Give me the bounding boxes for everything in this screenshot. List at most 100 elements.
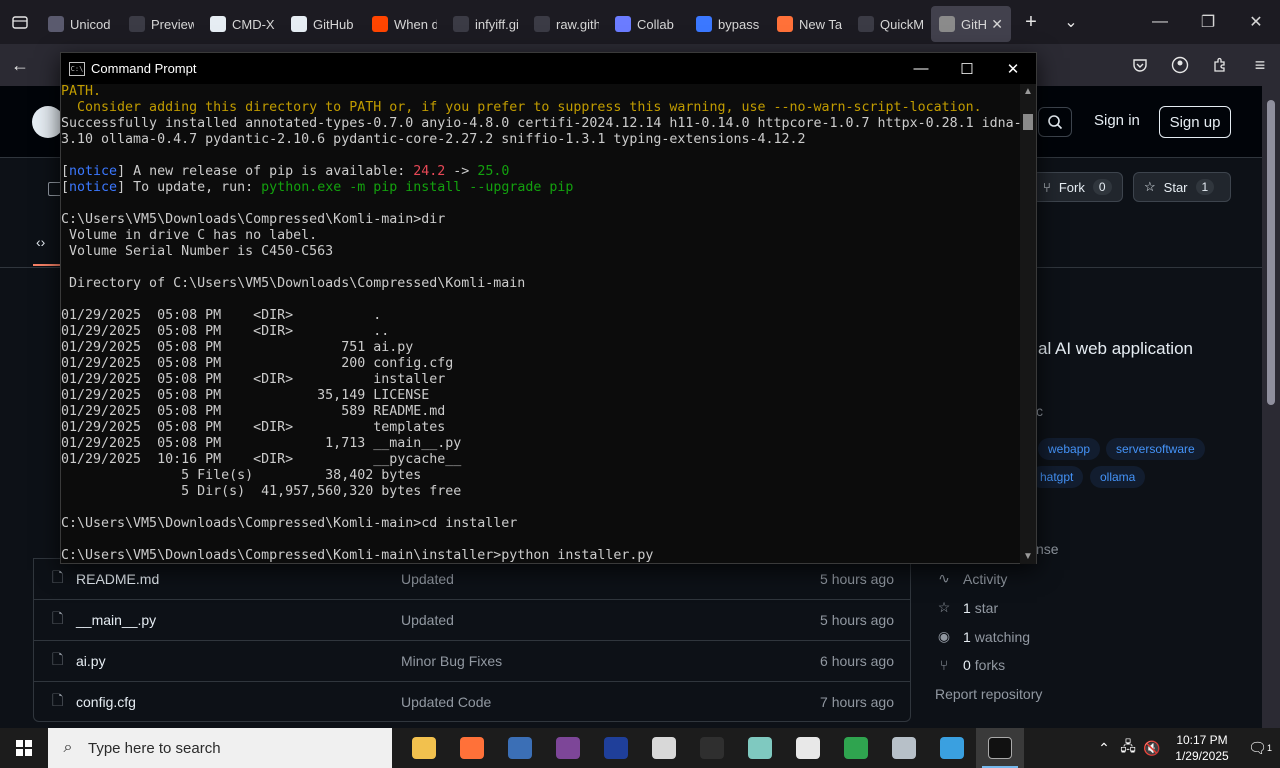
fork-button[interactable]: ⑂ Fork 0 — [1032, 172, 1123, 202]
tab-view-icon[interactable] — [0, 0, 40, 44]
watching-link[interactable]: ◉ 1 watching — [935, 628, 1030, 645]
cmd-minimize-icon[interactable]: — — [898, 53, 944, 84]
volume-muted-icon[interactable]: 🔇 — [1140, 740, 1164, 757]
file-name[interactable]: config.cfg — [76, 694, 136, 710]
show-hidden-icons-icon[interactable]: ⌃ — [1092, 740, 1116, 757]
taskbar-app-edge[interactable] — [832, 728, 880, 768]
tab-list-button[interactable]: ⌄ — [1051, 0, 1091, 44]
browser-tab[interactable]: New Ta — [769, 6, 850, 42]
tab-label: QuickMash — [880, 16, 923, 32]
page-scrollbar[interactable] — [1262, 86, 1280, 728]
notification-icon[interactable]: 🗨 1 — [1240, 739, 1280, 757]
cmd-line: PATH. — [61, 84, 1022, 100]
back-arrow-icon[interactable]: ← — [0, 44, 40, 86]
commit-message[interactable]: Updated Code — [401, 694, 491, 710]
taskbar-app-app-gray[interactable] — [880, 728, 928, 768]
cmd-scrollbar[interactable]: ▲ ▼ — [1020, 84, 1036, 564]
tab-close-icon[interactable]: ✕ — [991, 16, 1003, 33]
commit-message[interactable]: Updated — [401, 571, 454, 587]
cmd-line: Directory of C:\Users\VM5\Downloads\Comp… — [61, 276, 1022, 292]
sign-in-link[interactable]: Sign in — [1094, 112, 1140, 129]
cmd-scrollbar-thumb[interactable] — [1023, 114, 1033, 130]
browser-tab[interactable]: GitHub — [283, 6, 364, 42]
topic-ollama[interactable]: ollama — [1090, 466, 1146, 488]
taskbar-app-app-blue[interactable] — [592, 728, 640, 768]
topic-webapp[interactable]: webapp — [1038, 438, 1101, 460]
taskbar-app-7zip[interactable] — [784, 728, 832, 768]
file-name[interactable]: __main__.py — [76, 612, 156, 628]
commit-message[interactable]: Updated — [401, 612, 454, 628]
search-icon[interactable] — [1038, 107, 1072, 137]
commit-message[interactable]: Minor Bug Fixes — [401, 653, 502, 669]
activity-link[interactable]: ∿ Activity — [935, 570, 1007, 587]
menu-icon[interactable]: ≡ — [1240, 44, 1280, 86]
cmd-maximize-icon[interactable]: ☐ — [944, 53, 990, 84]
stars-link[interactable]: ☆ 1 star — [935, 599, 998, 616]
start-button[interactable] — [0, 728, 48, 768]
browser-tab[interactable]: raw.github — [526, 6, 607, 42]
page-scrollbar-thumb[interactable] — [1267, 100, 1275, 405]
taskbar-app-firefox[interactable] — [448, 728, 496, 768]
file-row[interactable]: 🗋 config.cfg Updated Code 7 hours ago — [34, 681, 910, 722]
browser-tab[interactable]: GitH ✕ — [931, 6, 1011, 42]
browser-tab[interactable]: When d — [364, 6, 445, 42]
browser-tab[interactable]: Preview Co — [121, 6, 202, 42]
cmd-titlebar[interactable]: C:\ Command Prompt — ☐ ✕ — [61, 53, 1036, 84]
minimize-icon[interactable]: — — [1136, 13, 1184, 31]
code-tab-icon[interactable]: ‹› — [36, 234, 45, 250]
tab-favicon-icon — [858, 16, 874, 32]
taskbar-app-app-green[interactable] — [736, 728, 784, 768]
activity-label: Activity — [963, 570, 1008, 587]
app-star-icon — [700, 737, 724, 759]
file-name[interactable]: ai.py — [76, 653, 106, 669]
account-icon[interactable] — [1160, 44, 1200, 86]
close-icon[interactable]: ✕ — [1232, 12, 1280, 32]
taskbar-app-app-globe[interactable] — [928, 728, 976, 768]
pocket-icon[interactable] — [1120, 44, 1160, 86]
taskbar-app-app-star[interactable] — [688, 728, 736, 768]
stars-count: 1 — [963, 599, 971, 616]
taskbar-app-command-prompt[interactable] — [976, 728, 1024, 768]
cmd-text: 5 File(s) 38,402 bytes — [61, 468, 422, 483]
restore-icon[interactable]: ❐ — [1184, 12, 1232, 32]
cmd-close-icon[interactable]: ✕ — [990, 53, 1036, 84]
file-row[interactable]: 🗋 ai.py Minor Bug Fixes 6 hours ago — [34, 640, 910, 681]
browser-tab[interactable]: CMD-X — [202, 6, 283, 42]
browser-tab[interactable]: Collab — [607, 6, 688, 42]
command-prompt-window[interactable]: C:\ Command Prompt — ☐ ✕ PATH. Consider … — [60, 52, 1037, 564]
taskbar-app-app-2025[interactable] — [496, 728, 544, 768]
scroll-up-icon[interactable]: ▲ — [1020, 86, 1036, 97]
taskbar-app-file-explorer[interactable] — [400, 728, 448, 768]
sign-up-button[interactable]: Sign up — [1159, 106, 1231, 138]
star-button[interactable]: ☆ Star 1 — [1133, 172, 1231, 202]
taskbar-app-tor-browser[interactable] — [544, 728, 592, 768]
taskbar-app-roblox[interactable] — [640, 728, 688, 768]
extensions-icon[interactable] — [1200, 44, 1240, 86]
report-repository-link[interactable]: Report repository — [935, 686, 1042, 702]
clock[interactable]: 10:17 PM 1/29/2025 — [1164, 732, 1240, 764]
stars-label: star — [974, 599, 999, 616]
tab-label: CMD-X — [232, 16, 275, 32]
new-tab-button[interactable]: + — [1011, 0, 1051, 44]
scroll-down-icon[interactable]: ▼ — [1020, 551, 1036, 562]
tab-label: infyiff.githu — [475, 16, 518, 32]
cmd-line: Successfully installed annotated-types-0… — [61, 116, 1022, 132]
topic-chatgpt[interactable]: hatgpt — [1030, 466, 1084, 488]
cmd-text: Successfully installed annotated-types-0… — [61, 116, 1022, 131]
taskbar-search-box[interactable]: ⌕ Type here to search — [48, 728, 392, 768]
file-name[interactable]: README.md — [76, 571, 159, 587]
cmd-text: notice — [69, 180, 118, 195]
browser-tab[interactable]: QuickMash — [850, 6, 931, 42]
cmd-output[interactable]: PATH. Consider adding this directory to … — [61, 84, 1022, 564]
browser-tab[interactable]: infyiff.githu — [445, 6, 526, 42]
cmd-line — [61, 196, 1022, 212]
browser-tab[interactable]: Unicod — [40, 6, 121, 42]
file-row[interactable]: 🗋 README.md Updated 5 hours ago — [34, 558, 910, 599]
file-row[interactable]: 🗋 __main__.py Updated 5 hours ago — [34, 599, 910, 640]
forks-link[interactable]: ⑂ 0 forks — [935, 657, 1005, 673]
browser-tab[interactable]: bypass — [688, 6, 769, 42]
file-icon: 🗋 — [52, 610, 64, 626]
network-icon[interactable]: 🖧 — [1116, 736, 1140, 760]
topic-serversoftware[interactable]: serversoftware — [1106, 438, 1205, 460]
app-globe-icon — [940, 737, 964, 759]
